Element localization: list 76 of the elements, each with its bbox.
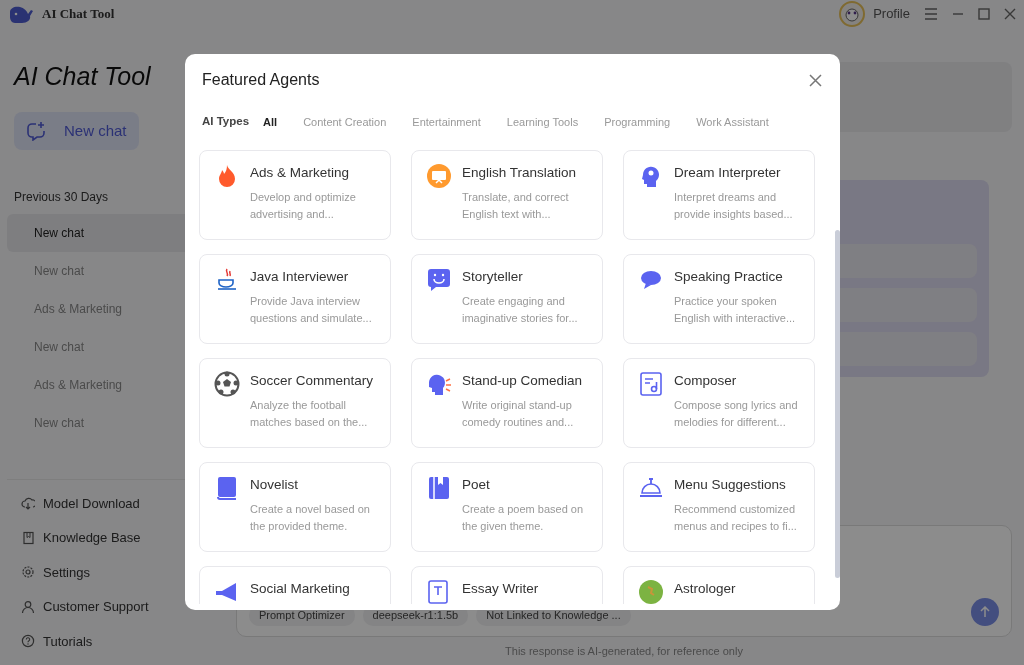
book-icon [21, 530, 35, 545]
agent-description: Develop and optimize advertising and... [250, 190, 357, 222]
category-tab[interactable]: All [263, 113, 278, 131]
agent-name: Novelist [250, 476, 299, 494]
category-tab[interactable]: Programming [604, 113, 671, 131]
smiley-chat-icon [426, 267, 452, 293]
agent-card[interactable]: Storyteller Create engaging and imaginative stories for... [411, 254, 603, 344]
agent-name: Composer [674, 372, 738, 390]
category-tab[interactable]: Content Creation [303, 113, 387, 131]
maximize-icon[interactable] [978, 8, 990, 20]
agent-description: Recommend customized menus and recipes to fi... [674, 502, 798, 534]
chat-plus-icon [26, 120, 46, 141]
agent-description: Create a novel based on the provided theme. [250, 502, 371, 534]
agent-card[interactable]: Java Interviewer Provide Java interview questions and simulate... [199, 254, 391, 344]
agent-name: Java Interviewer [250, 268, 350, 286]
agent-description: Analyze the football matches based on the... [250, 398, 369, 430]
agent-card[interactable]: Ads & Marketing Develop and optimize advertising and... [199, 150, 391, 240]
agent-name: Astrologer [674, 580, 736, 598]
agent-description: Practice your spoken English with interactive... [674, 294, 797, 326]
music-note-icon [638, 371, 664, 397]
agent-name: Menu Suggestions [674, 476, 787, 494]
user-icon [21, 599, 35, 614]
sidebar-nav-item[interactable]: Tutorials [21, 631, 213, 651]
agent-name: Social Marketing [250, 580, 350, 598]
agent-description: Interpret dreams and provide insights based... [674, 190, 794, 222]
profile-link[interactable]: Profile [873, 4, 910, 24]
agent-description: Create engaging and imaginative stories for... [462, 294, 579, 326]
agent-card[interactable]: Astrologer [623, 566, 815, 604]
agent-name: Poet [462, 476, 491, 494]
scrollbar-thumb[interactable] [835, 230, 840, 578]
agent-name: Speaking Practice [674, 268, 784, 286]
agent-description: Provide Java interview questions and simulate... [250, 294, 373, 326]
agent-description: Write original stand-up comedy routines and... [462, 398, 575, 430]
new-chat-button[interactable]: New chat [14, 111, 139, 150]
agent-card[interactable]: Speaking Practice Practice your spoken English with interactive... [623, 254, 815, 344]
category-tab[interactable]: Work Assistant [696, 113, 769, 131]
agent-name: Soccer Commentary [250, 372, 375, 390]
send-button[interactable] [971, 597, 999, 626]
cloud-download-icon [21, 496, 35, 511]
avatar-icon[interactable] [839, 1, 866, 27]
agent-card[interactable]: Poet Create a poem based on the given theme. [411, 462, 603, 552]
filter-label: AI Types [202, 114, 250, 130]
agent-description: Translate, and correct English text with... [462, 190, 570, 222]
close-icon[interactable] [1004, 8, 1016, 20]
section-heading: Previous 30 Days [14, 189, 110, 206]
help-icon [21, 634, 35, 649]
agent-name: Storyteller [462, 268, 524, 286]
agent-name: Dream Interpreter [674, 164, 782, 182]
agent-card[interactable]: Novelist Create a novel based on the provided theme. [199, 462, 391, 552]
bookmark-book-icon [426, 475, 452, 501]
agent-name: Stand-up Comedian [462, 372, 584, 390]
app-name: AI Chat Tool [42, 5, 115, 24]
agent-name: English Translation [462, 164, 578, 182]
agent-description: Create a poem based on the given theme. [462, 502, 585, 534]
agent-card[interactable]: Soccer Commentary Analyze the football matches based on the... [199, 358, 391, 448]
agent-card[interactable]: Essay Writer [411, 566, 603, 604]
easel-icon [426, 163, 452, 189]
agent-description: Compose song lyrics and melodies for different... [674, 398, 799, 430]
category-tab[interactable]: Learning Tools [506, 113, 579, 131]
agent-name: Ads & Marketing [250, 164, 351, 182]
category-tab[interactable]: Entertainment [412, 113, 481, 131]
dialog-title: Featured Agents [202, 70, 320, 90]
settings-icon [21, 565, 35, 580]
agent-card[interactable]: Dream Interpreter Interpret dreams and provide insights based... [623, 150, 815, 240]
agent-name: Essay Writer [462, 580, 539, 598]
agent-card[interactable]: English Translation Translate, and correct English text with... [411, 150, 603, 240]
whale-logo-icon [8, 4, 34, 24]
close-button[interactable] [807, 71, 824, 89]
disclaimer-text: This response is AI-generated, for reference only [504, 643, 744, 659]
soccer-ball-icon [214, 371, 240, 397]
agent-card[interactable]: Social Marketing [199, 566, 391, 604]
agent-card[interactable]: Stand-up Comedian Write original stand-up comedy routines and... [411, 358, 603, 448]
agent-card[interactable]: Composer Compose song lyrics and melodies for different... [623, 358, 815, 448]
agent-card[interactable]: Menu Suggestions Recommend customized menus and recipes to fi... [623, 462, 815, 552]
arrow-up-icon [979, 605, 991, 618]
menu-icon[interactable] [924, 8, 938, 20]
